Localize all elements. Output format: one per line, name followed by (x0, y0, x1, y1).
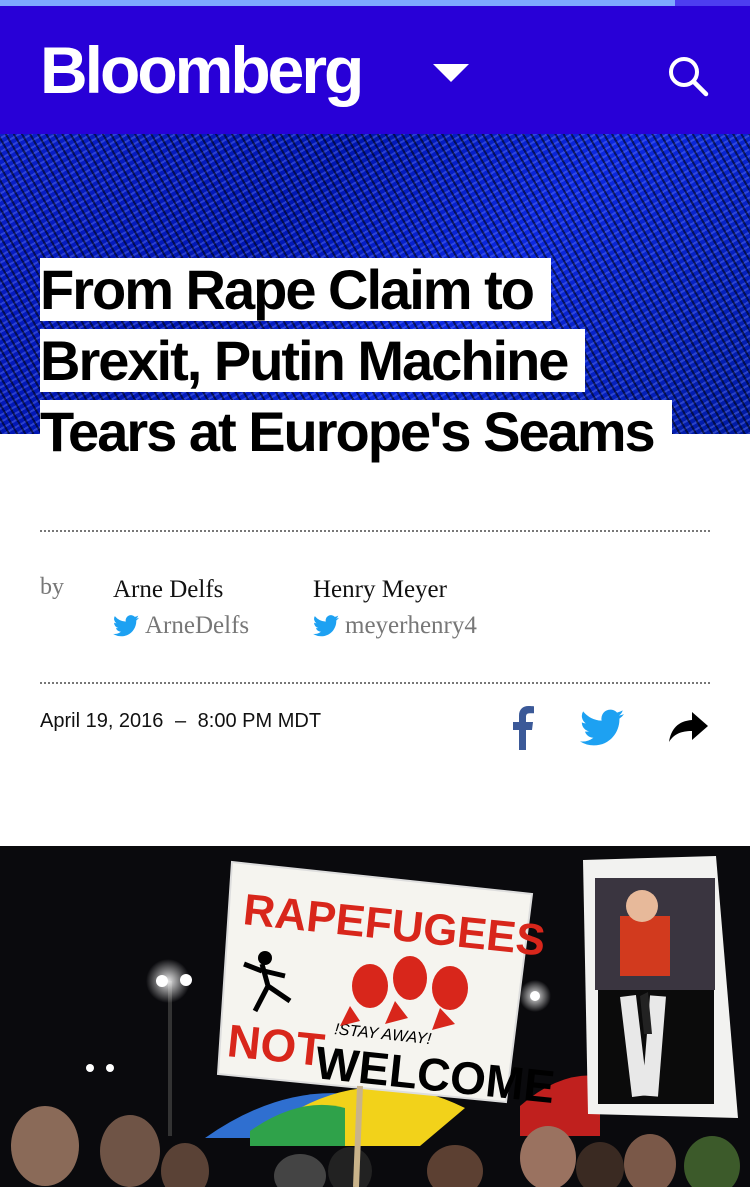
share-twitter-button[interactable] (580, 706, 624, 752)
divider (40, 530, 710, 532)
headline-line: From Rape Claim to (40, 258, 551, 321)
author-twitter-link[interactable]: meyerhenry4 (313, 610, 477, 642)
article-headline: From Rape Claim to Brexit, Putin Machine T… (40, 254, 730, 467)
twitter-icon (580, 709, 624, 746)
byline-prefix: by (40, 574, 64, 600)
brand-logo[interactable]: Bloomberg (40, 32, 364, 108)
share-more-button[interactable] (666, 706, 710, 751)
author-block: Henry Meyer meyerhenry4 (313, 574, 477, 642)
twitter-icon (313, 615, 339, 637)
search-icon (669, 57, 709, 97)
author-handle: ArneDelfs (145, 612, 250, 639)
author-name[interactable]: Henry Meyer (313, 574, 477, 606)
article-photo: RAPEFUGEES !STAY AWAY! NOT WELCOME (0, 846, 750, 1187)
site-header: Bloomberg (0, 6, 750, 134)
twitter-icon (113, 615, 139, 637)
author-block: Arne Delfs ArneDelfs (113, 574, 249, 642)
share-arrow-icon (669, 712, 708, 742)
date-separator: – (174, 710, 187, 732)
author-handle: meyerhenry4 (345, 612, 477, 639)
headline-line: Brexit, Putin Machine (40, 329, 586, 392)
publish-date: April 19, 2016 (40, 710, 164, 732)
article-dateline: April 19, 2016 – 8:00 PM MDT (40, 710, 321, 733)
protest-placard (583, 856, 738, 1118)
facebook-icon (513, 706, 534, 750)
author-twitter-link[interactable]: ArneDelfs (113, 610, 249, 642)
author-name[interactable]: Arne Delfs (113, 574, 249, 606)
share-facebook-button[interactable] (508, 706, 536, 755)
search-button[interactable] (662, 50, 714, 102)
caret-down-icon[interactable] (433, 64, 469, 82)
protest-photo-illustration: RAPEFUGEES !STAY AWAY! NOT WELCOME (0, 846, 750, 1187)
publish-time: 8:00 PM MDT (197, 710, 322, 732)
sign-text: NOT (225, 1014, 327, 1076)
headline-line: Tears at Europe's Seams (40, 400, 672, 463)
divider (40, 682, 710, 684)
